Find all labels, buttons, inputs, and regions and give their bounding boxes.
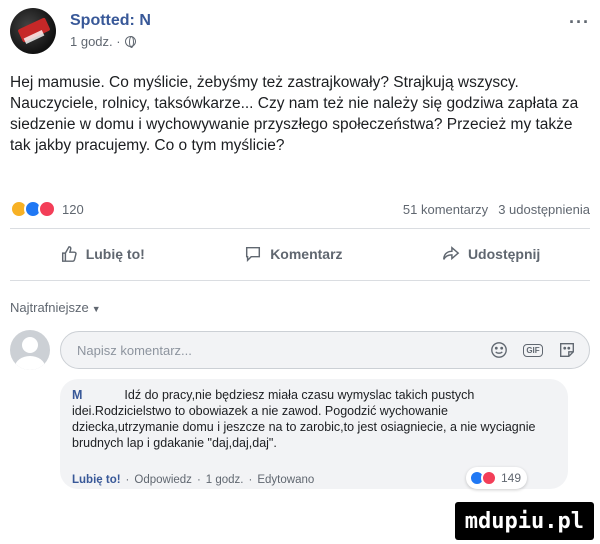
- comment-time[interactable]: 1 godz.: [206, 474, 244, 486]
- post-meta: 1 godz. ·: [70, 34, 136, 49]
- comments-count[interactable]: 51 komentarzy: [403, 202, 488, 217]
- share-button-label: Udostępnij: [467, 246, 541, 262]
- post-header: Spotted: N 1 godz. · ···: [10, 8, 590, 56]
- separator: ·: [248, 474, 253, 486]
- comment-sort-dropdown[interactable]: Najtrafniejsze ▼: [10, 300, 101, 315]
- comment-button[interactable]: Komentarz: [244, 245, 343, 263]
- globe-icon: [124, 36, 136, 48]
- divider: [10, 280, 590, 281]
- love-reaction-icon: [38, 200, 56, 218]
- reactions-summary[interactable]: 120: [10, 200, 84, 218]
- comment-input[interactable]: Napisz komentarz... GIF: [60, 331, 590, 369]
- comment-edited: Edytowano: [257, 474, 315, 486]
- like-button[interactable]: Lubię to!: [60, 245, 145, 263]
- separator: ·: [196, 474, 201, 486]
- caret-down-icon: ▼: [91, 304, 101, 314]
- composer-tools: GIF: [489, 340, 577, 360]
- post-time[interactable]: 1 godz. ·: [70, 34, 121, 49]
- more-options-icon[interactable]: ···: [569, 12, 590, 33]
- reactions-count[interactable]: 120: [62, 202, 84, 217]
- share-button[interactable]: Udostępnij: [442, 245, 540, 263]
- page-avatar[interactable]: [10, 8, 56, 54]
- comment-reactions[interactable]: 149: [466, 467, 528, 489]
- post-text: Hej mamusie. Co myślicie, żebyśmy też za…: [10, 74, 579, 154]
- post-author[interactable]: Spotted: N: [70, 12, 151, 30]
- like-button-label: Lubię to!: [85, 246, 145, 262]
- divider: [10, 228, 590, 229]
- comment-reply-link[interactable]: Odpowiedz: [134, 474, 192, 486]
- comment-reactions-count: 149: [501, 471, 522, 485]
- comment-footer: Lubię to! · Odpowiedz · 1 godz. · Edytow…: [72, 474, 314, 486]
- share-icon: [443, 246, 460, 261]
- stats-right: 51 komentarzy 3 udostępnienia: [403, 202, 590, 217]
- post-actions: Lubię to! Komentarz Udostępnij: [10, 236, 590, 272]
- comment-button-label: Komentarz: [270, 246, 343, 262]
- comment-input-placeholder: Napisz komentarz...: [77, 343, 192, 358]
- gif-icon[interactable]: GIF: [523, 340, 543, 360]
- comment-text: Idź do pracy,nie będziesz miała czasu wy…: [72, 388, 536, 450]
- emoji-icon[interactable]: [489, 340, 509, 360]
- comment-like-link[interactable]: Lubię to!: [72, 474, 121, 486]
- post-stats: 120 51 komentarzy 3 udostępnienia: [10, 200, 590, 222]
- love-reaction-icon: [481, 470, 497, 486]
- thumbs-up-icon: [61, 246, 77, 262]
- sticker-icon[interactable]: [557, 340, 577, 360]
- comment-author[interactable]: M: [72, 388, 82, 402]
- separator: ·: [125, 474, 130, 486]
- comment-icon: [246, 246, 261, 263]
- sort-label: Najtrafniejsze: [10, 300, 89, 315]
- user-avatar: [10, 330, 50, 370]
- watermark: mdupiu.pl: [454, 502, 594, 540]
- shares-count[interactable]: 3 udostępnienia: [498, 202, 590, 217]
